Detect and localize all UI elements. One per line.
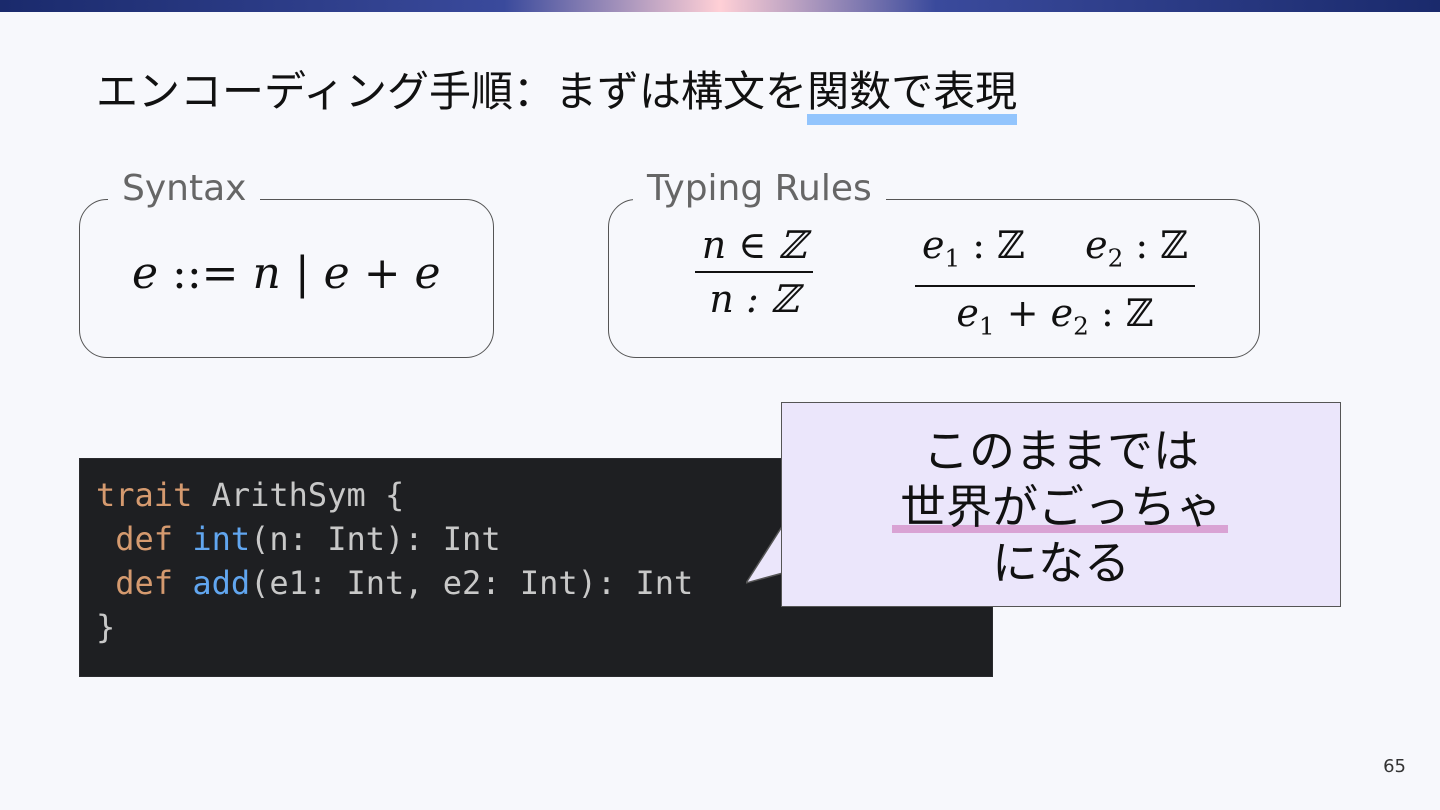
code-text: (e1: Int, e2: Int): Int <box>250 564 694 602</box>
callout-line-1: このままでは <box>923 424 1199 478</box>
top-accent-bar <box>0 0 1440 12</box>
syntax-grammar: e ::= n | e + e <box>132 248 441 299</box>
code-keyword: trait <box>96 476 193 514</box>
callout-tail <box>746 525 784 584</box>
code-text: (n: Int): Int <box>250 520 501 558</box>
premise-e2-type: : ℤ <box>1123 223 1189 267</box>
premise-e1: e <box>921 223 945 267</box>
rule-int-bar <box>695 271 813 273</box>
syntax-legend: Syntax <box>108 168 261 209</box>
typing-rule-add: e1 : ℤ e2 : ℤ e1 + e2 : ℤ <box>915 222 1195 349</box>
callout-line-2: 世界がごっちゃ <box>900 480 1222 534</box>
premise-e2-sub: 2 <box>1107 243 1124 273</box>
conclusion-plus: + <box>994 290 1051 335</box>
callout-line-3: になる <box>992 536 1130 590</box>
typing-rule-int: n ∈ ℤ n : ℤ <box>695 222 813 322</box>
rule-int-premise: n ∈ ℤ <box>701 223 807 267</box>
premise-e2: e <box>1085 223 1108 267</box>
syntax-box: Syntax e ::= n | e + e <box>79 168 494 358</box>
code-text: ArithSym { <box>192 476 405 514</box>
page-number: 65 <box>1383 756 1406 777</box>
code-function-name: add <box>192 564 251 602</box>
conclusion-type: : ℤ <box>1088 290 1154 335</box>
premise-e1-sub: 1 <box>944 243 961 273</box>
syntax-lhs: e <box>132 248 159 299</box>
code-function-name: int <box>192 520 251 558</box>
code-keyword: def <box>115 564 174 602</box>
conclusion-e1: e <box>956 290 979 335</box>
rule-add-conclusion: e1 + e2 : ℤ <box>915 290 1195 350</box>
title-highlight-text: 関数で表現 <box>807 67 1018 116</box>
code-text: } <box>96 608 116 646</box>
premise-e1-type: : ℤ <box>960 223 1025 267</box>
rule-int-conclusion: n : ℤ <box>709 277 799 321</box>
speech-callout: このままでは 世界がごっちゃ になる <box>781 402 1341 607</box>
syntax-rhs: n | e + e <box>252 248 441 299</box>
title-prefix: エンコーディング手順：まずは構文を <box>96 67 808 116</box>
typing-rules-box: Typing Rules n ∈ ℤ n : ℤ e1 : ℤ e2 : ℤ e… <box>608 168 1260 358</box>
code-line-4: } <box>96 605 992 649</box>
syntax-defsym: ::= <box>158 248 253 299</box>
typing-legend: Typing Rules <box>633 168 886 209</box>
rule-add-premise: e1 : ℤ e2 : ℤ <box>915 222 1195 282</box>
callout-line-2-wrap: 世界がごっちゃ <box>782 479 1340 535</box>
title-highlight: 関数で表現 <box>807 58 1018 125</box>
code-keyword: def <box>115 520 174 558</box>
conclusion-e2: e <box>1050 290 1074 335</box>
conclusion-e1-sub: 1 <box>978 311 995 341</box>
conclusion-e2-sub: 2 <box>1073 311 1089 341</box>
callout-underline: 世界がごっちゃ <box>892 479 1228 535</box>
rule-add-bar <box>915 284 1195 287</box>
slide-title: エンコーディング手順：まずは構文を関数で表現 <box>96 58 1018 125</box>
